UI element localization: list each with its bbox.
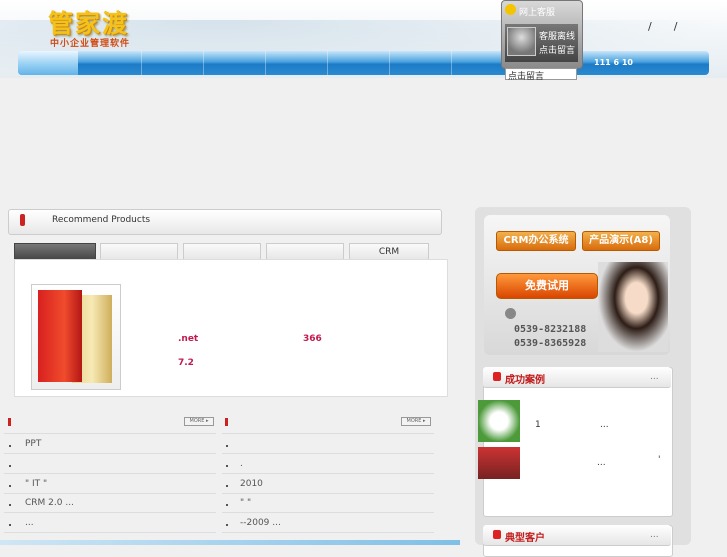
top-link-1[interactable]: /	[648, 20, 652, 33]
news-right-divider	[222, 512, 434, 513]
leave-message-footer-link[interactable]: 点击留言	[505, 68, 577, 82]
product-tab-crm[interactable]: CRM	[349, 243, 429, 260]
news-left-divider	[4, 433, 216, 434]
recommend-products-title: Recommend Products	[52, 215, 151, 225]
recommend-marker-icon	[20, 214, 25, 226]
news-left-divider	[4, 512, 216, 513]
news-left-divider	[4, 473, 216, 474]
news-right-item-5[interactable]: --2009 ...	[240, 518, 281, 528]
nav-item-6[interactable]	[328, 51, 390, 75]
news-right-divider	[222, 532, 434, 533]
success-cases-panel	[483, 367, 673, 517]
bullet-icon	[9, 485, 11, 487]
nav-item-home[interactable]	[18, 51, 78, 75]
news-right-divider	[222, 453, 434, 454]
news-left-item-5[interactable]: ...	[25, 518, 34, 528]
news-left-marker-icon	[8, 418, 11, 426]
case-item-2-mark: '	[658, 455, 661, 465]
case-item-1-ellipsis: ...	[600, 420, 609, 430]
product-tab-3[interactable]	[183, 243, 261, 260]
site-logo-tagline: 中小企业管理软件	[50, 39, 131, 49]
bullet-icon	[9, 465, 11, 467]
news-right-divider	[222, 493, 434, 494]
news-right-item-2[interactable]: .	[240, 459, 243, 469]
news-right-item-4[interactable]: " "	[240, 498, 251, 508]
top-link-2[interactable]: /	[674, 20, 678, 33]
news-left-divider	[4, 532, 216, 533]
case-logo-1[interactable]	[478, 400, 520, 442]
news-right-more-button[interactable]: MORE ▸	[401, 417, 431, 426]
crm-system-button[interactable]: CRM办公系统	[496, 231, 576, 251]
typical-clients-more[interactable]: ...	[650, 530, 659, 540]
nav-item-4[interactable]	[204, 51, 266, 75]
case-image-2[interactable]	[478, 447, 520, 479]
bullet-icon	[9, 504, 11, 506]
product-demo-button[interactable]: 产品演示(A8)	[582, 231, 660, 251]
free-trial-button[interactable]: 免费试用	[496, 273, 598, 299]
bullet-icon	[226, 465, 228, 467]
product-tab-1[interactable]	[14, 243, 96, 260]
hand-icon	[493, 530, 501, 539]
bullet-icon	[226, 445, 228, 447]
top-links: / /	[648, 20, 699, 33]
phone-number-2: 0539-8365928	[514, 338, 587, 349]
success-cases-more[interactable]: ...	[650, 372, 659, 382]
online-service-title: 网上客服	[519, 8, 556, 18]
product-text-net: .net	[178, 334, 199, 344]
nav-item-5[interactable]	[266, 51, 328, 75]
news-left-divider	[4, 453, 216, 454]
news-left-divider	[4, 493, 216, 494]
phone-icon	[505, 308, 516, 319]
typical-clients-title: 典型客户	[505, 533, 545, 544]
nav-item-7[interactable]	[390, 51, 452, 75]
bullet-icon	[226, 504, 228, 506]
nav-date: 111 6 10	[594, 58, 633, 67]
product-tab-2[interactable]	[100, 243, 178, 260]
service-agent-avatar	[507, 27, 536, 56]
bullet-icon	[9, 524, 11, 526]
footer-strip	[0, 540, 460, 545]
news-left-item-3[interactable]: " IT "	[25, 479, 47, 489]
nav-item-3[interactable]	[142, 51, 204, 75]
case-item-2-ellipsis: ...	[597, 458, 606, 468]
product-box-front	[38, 290, 82, 382]
news-right-marker-icon	[225, 418, 228, 426]
news-left-more-button[interactable]: MORE ▸	[184, 417, 214, 426]
success-cases-title: 成功案例	[505, 375, 545, 386]
hand-icon	[493, 372, 501, 381]
phone-number-1: 0539-8232188	[514, 324, 587, 335]
case-item-1[interactable]: 1	[535, 420, 541, 430]
news-right-divider	[222, 473, 434, 474]
leave-message-link[interactable]: 点击留言	[539, 43, 575, 56]
news-left-item-4[interactable]: CRM 2.0 ...	[25, 498, 74, 508]
product-text-366: 366	[303, 334, 322, 344]
qq-icon	[505, 4, 516, 15]
support-agent-photo	[598, 262, 668, 352]
nav-item-2[interactable]	[80, 51, 142, 75]
product-text-version: 7.2	[178, 358, 194, 368]
bullet-icon	[226, 485, 228, 487]
service-status: 客服离线	[539, 32, 576, 42]
news-right-divider	[222, 433, 434, 434]
site-logo[interactable]: 管家渡	[48, 4, 129, 40]
product-tab-4[interactable]	[266, 243, 344, 260]
bullet-icon	[9, 445, 11, 447]
bullet-icon	[226, 524, 228, 526]
news-left-item-1[interactable]: PPT	[25, 439, 41, 449]
news-right-item-3[interactable]: 2010	[240, 479, 263, 489]
